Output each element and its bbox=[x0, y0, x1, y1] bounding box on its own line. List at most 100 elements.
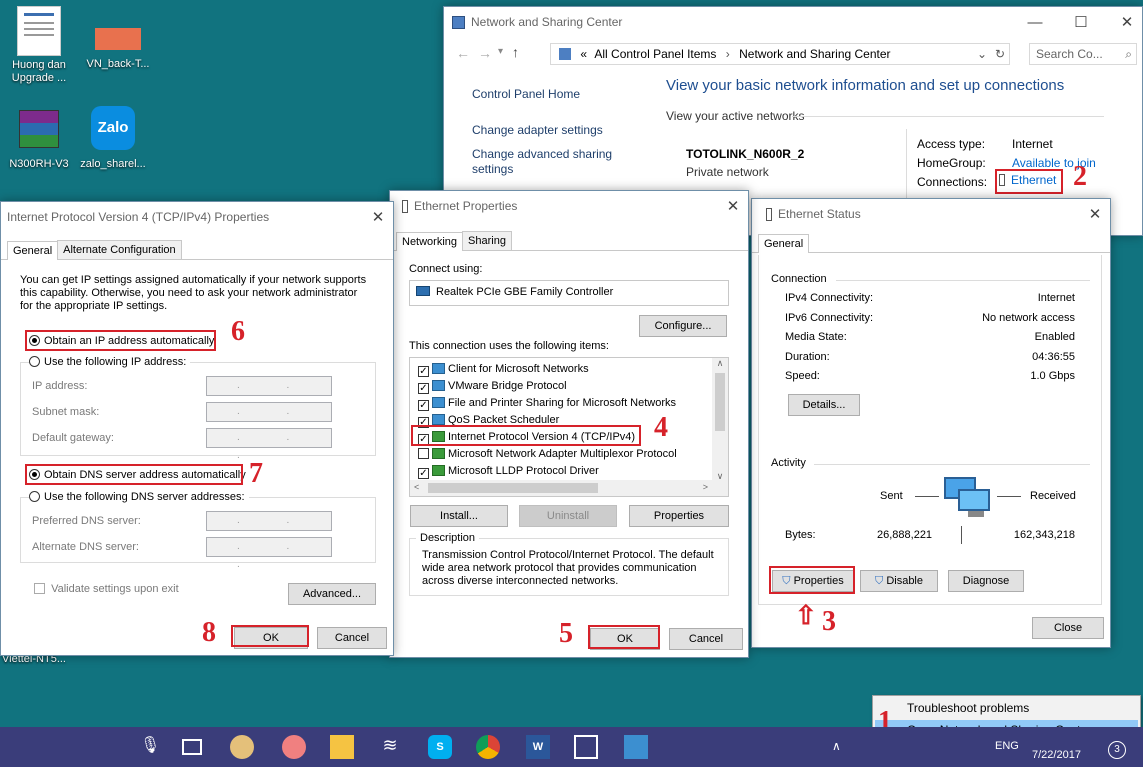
ipv4-tabs: General Alternate Configuration bbox=[1, 240, 393, 260]
close-button[interactable]: ✕ bbox=[718, 197, 748, 215]
search-icon: ⌕ bbox=[1125, 47, 1132, 61]
list-item-label: File and Printer Sharing for Microsoft N… bbox=[448, 397, 677, 409]
network-settings-icon[interactable] bbox=[624, 735, 648, 759]
configure-button[interactable]: Configure... bbox=[639, 315, 727, 337]
search-box[interactable]: Search Co... ⌕ bbox=[1029, 43, 1137, 65]
sent-label: Sent bbox=[880, 490, 903, 502]
validate-checkbox[interactable]: Validate settings upon exit bbox=[34, 583, 179, 595]
speed-label: Speed: bbox=[785, 370, 820, 382]
desktop-icon-vn-back[interactable]: VN_back-T... bbox=[83, 6, 153, 71]
up-arrow-icon[interactable]: ↑ bbox=[512, 44, 519, 60]
step-4-highlight bbox=[411, 425, 641, 446]
paint-icon[interactable] bbox=[230, 735, 254, 759]
step-2-number: 2 bbox=[1073, 161, 1087, 192]
recent-chevron-icon[interactable]: ▾ bbox=[498, 46, 503, 57]
menu-item-troubleshoot[interactable]: Troubleshoot problems bbox=[907, 701, 1029, 715]
network-client-icon bbox=[432, 363, 445, 374]
media-state-label: Media State: bbox=[785, 331, 847, 343]
divider bbox=[814, 464, 1090, 465]
minimize-button[interactable]: — bbox=[1020, 14, 1050, 31]
tab-sharing[interactable]: Sharing bbox=[462, 231, 512, 250]
diagnose-button[interactable]: Diagnose bbox=[948, 570, 1024, 592]
ipv4-cancel-button[interactable]: Cancel bbox=[317, 627, 387, 649]
eth-cancel-button[interactable]: Cancel bbox=[669, 628, 743, 650]
breadcrumb-chevron: « bbox=[580, 47, 588, 61]
horizontal-scrollbar[interactable]: < > bbox=[410, 480, 728, 496]
file-explorer-icon[interactable] bbox=[330, 735, 354, 759]
close-status-button[interactable]: Close bbox=[1032, 617, 1104, 639]
breadcrumb-all-control-panel[interactable]: All Control Panel Items bbox=[594, 47, 716, 61]
tab-general[interactable]: General bbox=[758, 234, 810, 253]
uninstall-button[interactable]: Uninstall bbox=[519, 505, 617, 527]
maximize-button[interactable]: ☐ bbox=[1066, 13, 1096, 31]
details-button[interactable]: Details... bbox=[788, 394, 860, 416]
chrome-icon[interactable] bbox=[476, 735, 500, 759]
divider bbox=[836, 280, 1090, 281]
forward-arrow-icon[interactable]: → bbox=[478, 45, 492, 61]
desktop-icon-zalo[interactable]: Zalo zalo_sharel... bbox=[78, 106, 148, 171]
address-field[interactable]: « All Control Panel Items › Network and … bbox=[550, 43, 1010, 65]
notification-badge[interactable]: 3 bbox=[1108, 741, 1126, 759]
ip-address-input[interactable]: . . . bbox=[206, 376, 332, 409]
desktop-icon-huong-dan[interactable]: Huong dan Upgrade ... bbox=[4, 6, 74, 85]
paint-3d-icon[interactable] bbox=[282, 735, 306, 759]
tab-networking[interactable]: Networking bbox=[396, 232, 464, 251]
language-indicator[interactable]: ENG bbox=[995, 740, 1019, 752]
alternate-dns-input[interactable]: . . . bbox=[206, 537, 332, 570]
default-gateway-input[interactable]: . . . bbox=[206, 428, 332, 461]
tab-general[interactable]: General bbox=[7, 241, 59, 260]
photos-icon[interactable] bbox=[574, 735, 598, 759]
sidebar-control-panel-home[interactable]: Control Panel Home bbox=[472, 87, 580, 101]
ethernet-status-icon bbox=[766, 207, 772, 221]
checkbox-checked-icon: ✓ bbox=[418, 468, 429, 479]
tab-alternate-configuration[interactable]: Alternate Configuration bbox=[57, 240, 182, 259]
back-arrow-icon[interactable]: ← bbox=[456, 45, 470, 61]
word-icon[interactable]: W bbox=[526, 735, 550, 759]
ip-address-label: IP address: bbox=[32, 380, 88, 392]
checkbox-checked-icon: ✓ bbox=[418, 383, 429, 394]
sidebar-change-advanced-sharing[interactable]: Change advanced sharing settings bbox=[472, 147, 622, 177]
ethernet-properties-tabs: Networking Sharing bbox=[390, 231, 748, 251]
ethernet-properties-icon bbox=[402, 199, 408, 213]
wifi-icon[interactable]: ≋ bbox=[378, 735, 402, 759]
list-item[interactable]: ✓ Client for Microsoft Networks bbox=[418, 363, 589, 377]
subnet-mask-label: Subnet mask: bbox=[32, 406, 100, 418]
advanced-button[interactable]: Advanced... bbox=[288, 583, 376, 605]
checkbox-checked-icon: ✓ bbox=[418, 400, 429, 411]
install-button[interactable]: Install... bbox=[410, 505, 508, 527]
page-title: View your basic network information and … bbox=[666, 77, 1065, 94]
list-item[interactable]: ✓ VMware Bridge Protocol bbox=[418, 380, 567, 394]
close-button[interactable]: ✕ bbox=[1112, 13, 1142, 31]
chevron-up-icon[interactable]: ∧ bbox=[832, 739, 841, 753]
disable-button[interactable]: ⛉ Disable bbox=[860, 570, 938, 592]
ethernet-status-titlebar: Ethernet Status ✕ bbox=[752, 199, 1110, 229]
divider bbox=[915, 496, 939, 497]
close-button[interactable]: ✕ bbox=[363, 208, 393, 226]
radio-unselected-icon bbox=[29, 356, 40, 367]
list-item[interactable]: ✓ File and Printer Sharing for Microsoft … bbox=[418, 397, 676, 411]
microphone-icon[interactable]: 🎙 bbox=[140, 735, 164, 759]
close-button[interactable]: ✕ bbox=[1080, 205, 1110, 223]
task-view-icon[interactable] bbox=[182, 739, 202, 755]
list-item[interactable]: ✓ Microsoft LLDP Protocol Driver bbox=[418, 465, 599, 479]
desktop-icon-label: zalo_sharel... bbox=[80, 158, 146, 170]
address-dropdown-icon[interactable]: ⌄ bbox=[977, 44, 987, 64]
ipv4-connectivity-label: IPv4 Connectivity: bbox=[785, 292, 874, 304]
step-5-number: 5 bbox=[559, 618, 573, 649]
breadcrumb-network-sharing[interactable]: Network and Sharing Center bbox=[739, 47, 890, 61]
skype-icon[interactable]: S bbox=[428, 735, 452, 759]
use-ip-radio[interactable]: Use the following IP address: bbox=[29, 356, 191, 368]
clock-date[interactable]: 7/22/2017 bbox=[1032, 749, 1081, 761]
desktop-icon-n300rh[interactable]: N300RH-V3 bbox=[4, 106, 74, 171]
sidebar-change-adapter-settings[interactable]: Change adapter settings bbox=[472, 123, 603, 137]
subnet-mask-input[interactable]: . . . bbox=[206, 402, 332, 435]
use-dns-radio[interactable]: Use the following DNS server addresses: bbox=[29, 491, 249, 503]
item-properties-button[interactable]: Properties bbox=[629, 505, 729, 527]
vertical-scrollbar[interactable]: ∧ ∨ bbox=[712, 358, 728, 482]
desktop-icon-label: Huong dan Upgrade ... bbox=[11, 59, 67, 84]
list-item[interactable]: Microsoft Network Adapter Multiplexor Pr… bbox=[418, 448, 677, 460]
preferred-dns-input[interactable]: . . . bbox=[206, 511, 332, 544]
list-item-label: VMware Bridge Protocol bbox=[448, 380, 567, 392]
refresh-icon[interactable]: ↻ bbox=[995, 44, 1005, 64]
ethernet-status-tabs: General bbox=[752, 233, 1110, 253]
